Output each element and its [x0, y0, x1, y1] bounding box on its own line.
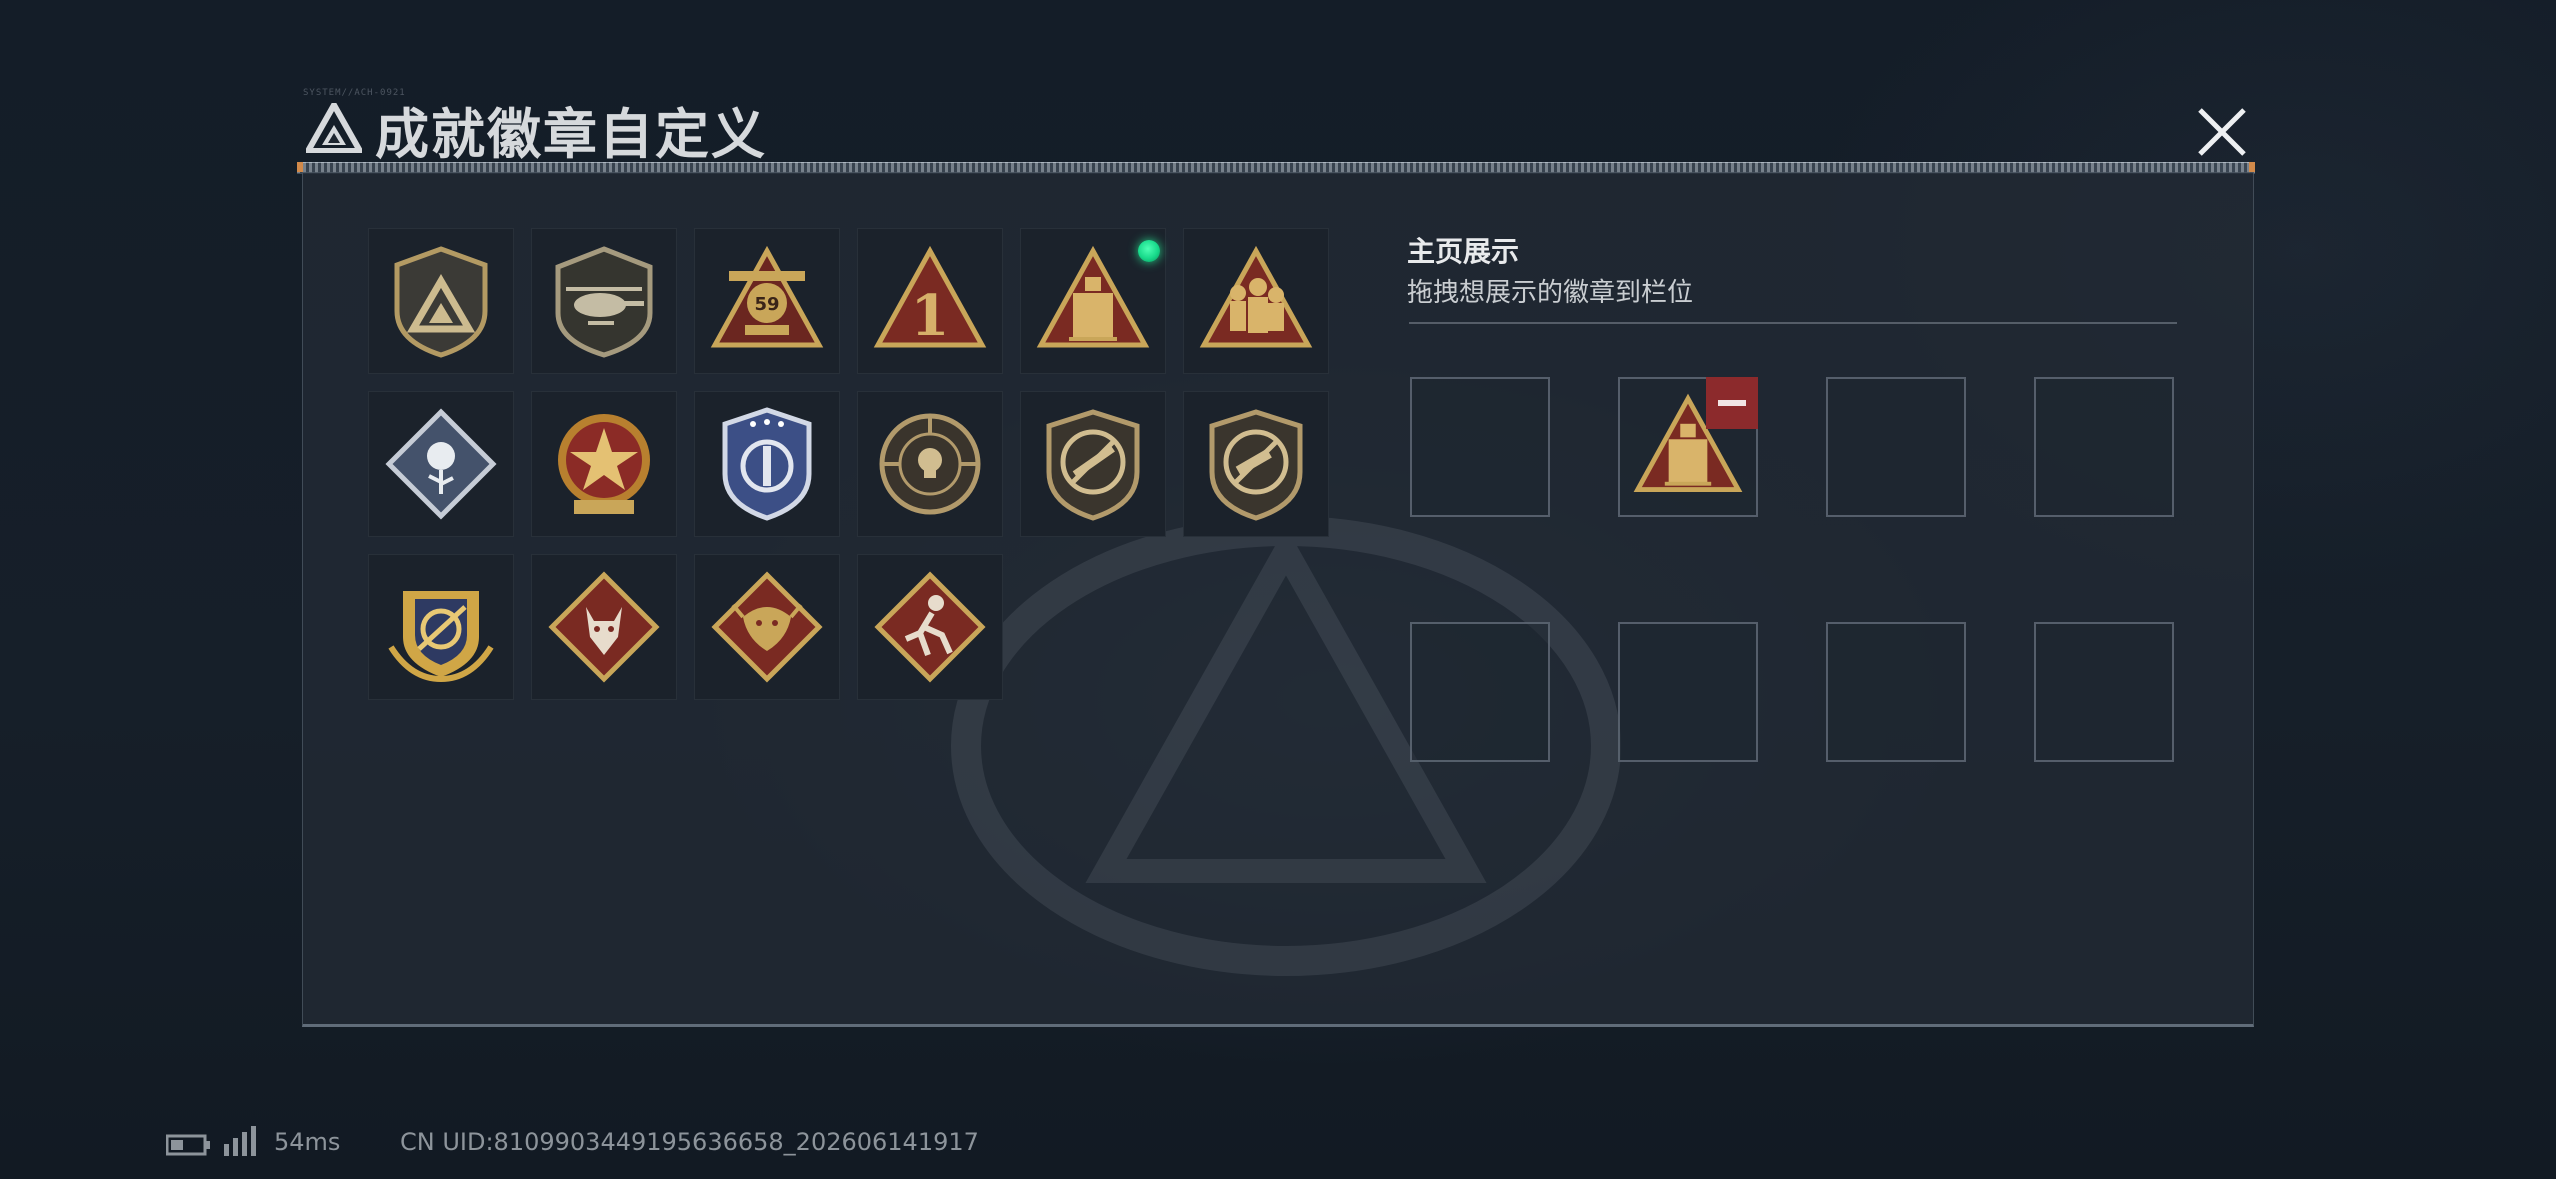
badge-dragon-diamond[interactable]: [694, 554, 840, 700]
star-medal-badge-icon: [558, 414, 650, 514]
badge-helicopter-shield[interactable]: [531, 228, 677, 374]
svg-text:1: 1: [911, 283, 950, 349]
badge-skull-crosshair[interactable]: [857, 391, 1003, 537]
showcase-divider: [1409, 322, 2177, 324]
showcase-slot-1[interactable]: [1410, 377, 1550, 517]
showcase-slot-8[interactable]: [2034, 622, 2174, 762]
showcase-slot-3[interactable]: [1826, 377, 1966, 517]
skull-crosshair-badge-icon: [879, 413, 981, 515]
svg-text:59: 59: [754, 294, 779, 315]
showcase-slot-5[interactable]: [1410, 622, 1550, 762]
showcase-slot-7[interactable]: [1826, 622, 1966, 762]
badge-rose-diamond[interactable]: [368, 391, 514, 537]
triangle-shield-badge-icon: [394, 246, 488, 358]
triangle-a-logo-icon: [306, 103, 362, 153]
showcase-slot-4[interactable]: [2034, 377, 2174, 517]
showcase-slot-2[interactable]: [1618, 377, 1758, 517]
showcase-slot-6[interactable]: [1618, 622, 1758, 762]
dragon-diamond-badge-icon: [711, 571, 823, 683]
runner-diamond-badge-icon: [874, 571, 986, 683]
number-59-badge-icon: 59: [710, 245, 824, 348]
no-smg-shield-badge-icon: [1209, 409, 1303, 521]
rose-diamond-badge-icon: [385, 408, 497, 520]
equipped-indicator: [1138, 240, 1160, 262]
ping-label: 54ms: [274, 1128, 341, 1156]
badge-blue-shield[interactable]: [694, 391, 840, 537]
signal-bars-icon: [224, 1126, 256, 1156]
soldiers-triangle-badge-icon: [1199, 245, 1313, 348]
badge-gold-crest[interactable]: [368, 554, 514, 700]
badge-number-59[interactable]: 59: [694, 228, 840, 374]
uid-label: CN UID:8109903449195636658_202606141917: [400, 1128, 979, 1156]
badge-star-medal[interactable]: [531, 391, 677, 537]
showcase-subtitle: 拖拽想展示的徽章到栏位: [1407, 278, 1694, 308]
close-button[interactable]: [2190, 100, 2254, 164]
badge-no-rifle-shield[interactable]: [1020, 391, 1166, 537]
page-title: 成就徽章自定义: [375, 103, 767, 166]
badge-soldiers-triangle[interactable]: [1183, 228, 1329, 374]
helicopter-shield-badge-icon: [555, 246, 653, 358]
badge-no-smg-shield[interactable]: [1183, 391, 1329, 537]
showcase-title: 主页展示: [1407, 235, 1520, 268]
tower-triangle-badge-icon: [1036, 245, 1150, 348]
blue-shield-badge-icon: [722, 407, 812, 521]
close-x-icon: [2198, 108, 2246, 156]
gold-crest-badge-icon: [388, 591, 494, 683]
badge-runner-diamond[interactable]: [857, 554, 1003, 700]
badge-wolf-diamond[interactable]: [531, 554, 677, 700]
remove-badge-button[interactable]: [1706, 377, 1758, 429]
badge-tower-triangle[interactable]: [1020, 228, 1166, 374]
wolf-diamond-badge-icon: [548, 571, 660, 683]
title-divider-cap-left: [297, 162, 303, 172]
badge-number-1-triangle[interactable]: 1: [857, 228, 1003, 374]
badge-triangle-shield[interactable]: [368, 228, 514, 374]
number-1-triangle-badge-icon: 1: [873, 245, 987, 349]
battery-icon: [166, 1134, 210, 1156]
title-divider-cap-right: [2249, 162, 2255, 172]
no-rifle-shield-badge-icon: [1046, 409, 1140, 521]
